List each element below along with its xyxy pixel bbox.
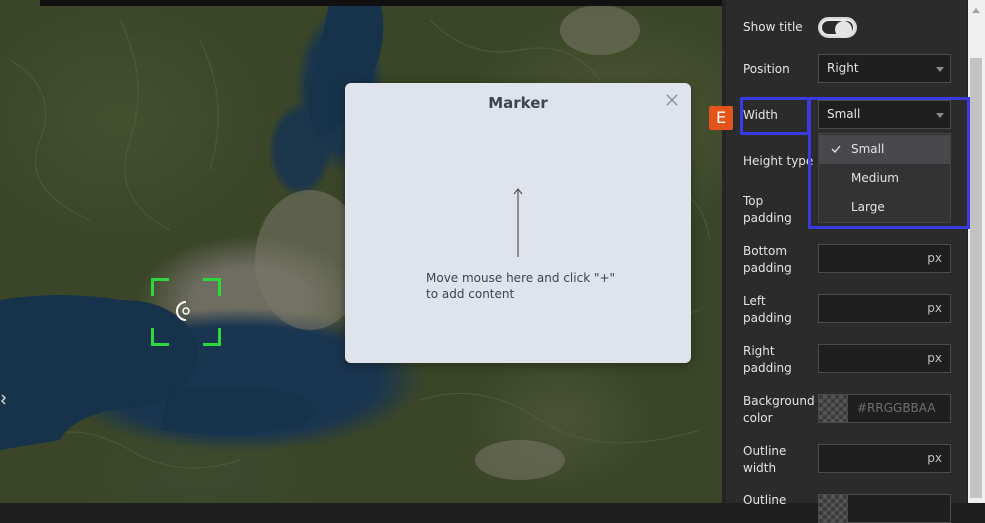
outline-width-label: Outline width [743,444,787,475]
add-content-hint: Move mouse here and click "+" to add con… [426,271,616,301]
top-padding-label: Top padding [743,194,792,225]
annotation-badge: E [709,106,733,130]
frame-corner [203,278,221,296]
scroll-up-icon[interactable] [972,8,980,13]
chevron-down-icon [936,67,944,72]
outline-width-input[interactable]: px [818,444,951,473]
background-color-input[interactable]: #RRGGBBAA [818,394,951,423]
frame-corner [203,328,221,346]
height-type-label: Height type [743,154,814,168]
arrow-up-icon [513,188,523,257]
toggle-knob [835,21,852,38]
right-padding-input[interactable]: px [818,344,951,373]
color-swatch[interactable] [819,495,848,522]
frame-corner [151,278,169,296]
annotation-box-width-dropdown [808,97,970,229]
color-placeholder: #RRGGBBAA [857,401,936,415]
selected-marker-frame[interactable] [151,278,221,346]
frame-corner [151,328,169,346]
unit-label: px [927,251,942,265]
show-title-label: Show title [743,20,803,34]
toggle-track [822,21,853,38]
color-swatch[interactable] [819,395,848,422]
position-value: Right [827,61,859,75]
background-color-label: Background color [743,394,815,425]
scrollbar-thumb[interactable] [970,58,982,498]
unit-label: px [927,451,942,465]
position-label: Position [743,62,790,76]
annotation-box-width-label [740,97,810,135]
target-icon [176,301,190,321]
bottom-padding-input[interactable]: px [818,244,951,273]
popup-title: Marker [488,94,548,112]
map-top-edge [40,0,722,6]
outline-color-label: Outline [743,493,787,507]
position-select[interactable]: Right [818,54,951,83]
left-padding-label: Left padding [743,294,792,325]
show-title-toggle[interactable] [818,17,857,38]
bottom-padding-label: Bottom padding [743,244,792,275]
outline-color-input[interactable] [818,494,951,523]
close-icon[interactable] [665,93,679,107]
right-padding-label: Right padding [743,344,792,375]
unit-label: px [927,351,942,365]
unit-label: px [927,301,942,315]
marker-popup[interactable]: Marker Move mouse here and click "+" to … [345,83,691,363]
left-padding-input[interactable]: px [818,294,951,323]
